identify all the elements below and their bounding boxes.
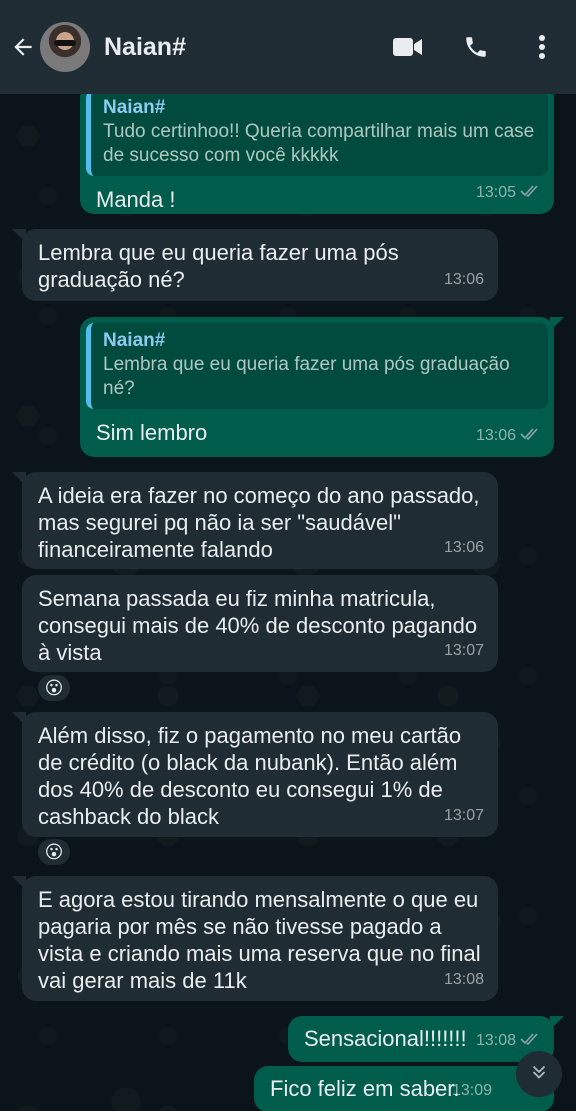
message-bubble-incoming[interactable]: A ideia era fazer no começo do ano passa… bbox=[12, 472, 498, 569]
message-text: Fico feliz em saber. bbox=[270, 1076, 460, 1101]
message-text: E agora estou tirando mensalmente o que … bbox=[38, 887, 487, 993]
message-bubble-incoming[interactable]: Semana passada eu fiz minha matricula, c… bbox=[22, 575, 498, 672]
reaction-emoji[interactable]: 😮 bbox=[36, 837, 72, 867]
chat-area[interactable]: Naian# Tudo certinhoo!! Queria compartil… bbox=[0, 94, 576, 1111]
double-chevron-down-icon bbox=[528, 1061, 550, 1088]
message-time: 13:06 bbox=[443, 539, 484, 556]
more-vert-icon[interactable] bbox=[522, 27, 562, 67]
message-time: 13:06 bbox=[443, 271, 484, 288]
message-text: A ideia era fazer no começo do ano passa… bbox=[38, 483, 486, 562]
message-time: 13:09 bbox=[451, 1082, 492, 1099]
message-text: Semana passada eu fiz minha matricula, c… bbox=[38, 586, 484, 665]
message-bubble-outgoing[interactable]: Naian# Tudo certinhoo!! Queria compartil… bbox=[80, 94, 554, 214]
message-time: 13:08 bbox=[443, 971, 484, 988]
quoted-author: Naian# bbox=[103, 330, 166, 351]
contact-avatar[interactable] bbox=[40, 22, 90, 72]
read-ticks-icon bbox=[520, 1027, 540, 1054]
message-bubble-outgoing[interactable]: Naian# Lembra que eu queria fazer uma pó… bbox=[80, 317, 564, 457]
message-meta: 13:09 bbox=[452, 1077, 492, 1104]
message-meta: 13:06 bbox=[476, 422, 540, 449]
message-time: 13:06 bbox=[475, 427, 516, 444]
phone-icon[interactable] bbox=[456, 27, 496, 67]
back-arrow-icon[interactable] bbox=[8, 32, 38, 62]
contact-name[interactable]: Naian# bbox=[104, 33, 388, 62]
message-meta: 13:08 bbox=[444, 966, 484, 993]
message-bubble-incoming[interactable]: Além disso, fiz o pagamento no meu cartã… bbox=[12, 712, 498, 837]
scroll-down-button[interactable] bbox=[516, 1051, 562, 1097]
read-ticks-icon bbox=[520, 422, 540, 449]
message-bubble-outgoing[interactable]: Fico feliz em saber. 13:09 bbox=[254, 1066, 554, 1111]
message-bubble-outgoing[interactable]: Sensacional!!!!!!! 13:08 bbox=[288, 1016, 564, 1062]
message-meta: 13:05 bbox=[476, 179, 540, 206]
reaction-emoji[interactable]: 😮 bbox=[36, 673, 72, 703]
message-bubble-incoming[interactable]: E agora estou tirando mensalmente o que … bbox=[12, 876, 498, 1001]
message-time: 13:08 bbox=[475, 1032, 516, 1049]
message-text: Além disso, fiz o pagamento no meu cartã… bbox=[38, 723, 468, 829]
video-call-icon[interactable] bbox=[388, 27, 428, 67]
message-time: 13:07 bbox=[443, 807, 484, 824]
message-meta: 13:07 bbox=[444, 802, 484, 829]
message-time: 13:07 bbox=[443, 642, 484, 659]
message-text: Lembra que eu queria fazer uma pós gradu… bbox=[38, 240, 405, 292]
quoted-message[interactable]: Naian# Tudo certinhoo!! Queria compartil… bbox=[86, 94, 548, 176]
read-ticks-icon bbox=[520, 179, 540, 206]
chat-header: Naian# bbox=[0, 0, 576, 94]
message-meta: 13:06 bbox=[444, 534, 484, 561]
message-time: 13:05 bbox=[475, 184, 516, 201]
quoted-author: Naian# bbox=[103, 97, 166, 118]
quoted-text: Lembra que eu queria fazer uma pós gradu… bbox=[103, 354, 510, 399]
message-meta: 13:08 bbox=[476, 1027, 540, 1054]
message-meta: 13:06 bbox=[444, 266, 484, 293]
message-bubble-incoming[interactable]: Lembra que eu queria fazer uma pós gradu… bbox=[12, 229, 498, 301]
quoted-text: Tudo certinhoo!! Queria compartilhar mai… bbox=[103, 121, 535, 166]
message-meta: 13:07 bbox=[444, 637, 484, 664]
quoted-message[interactable]: Naian# Lembra que eu queria fazer uma pó… bbox=[86, 323, 548, 409]
